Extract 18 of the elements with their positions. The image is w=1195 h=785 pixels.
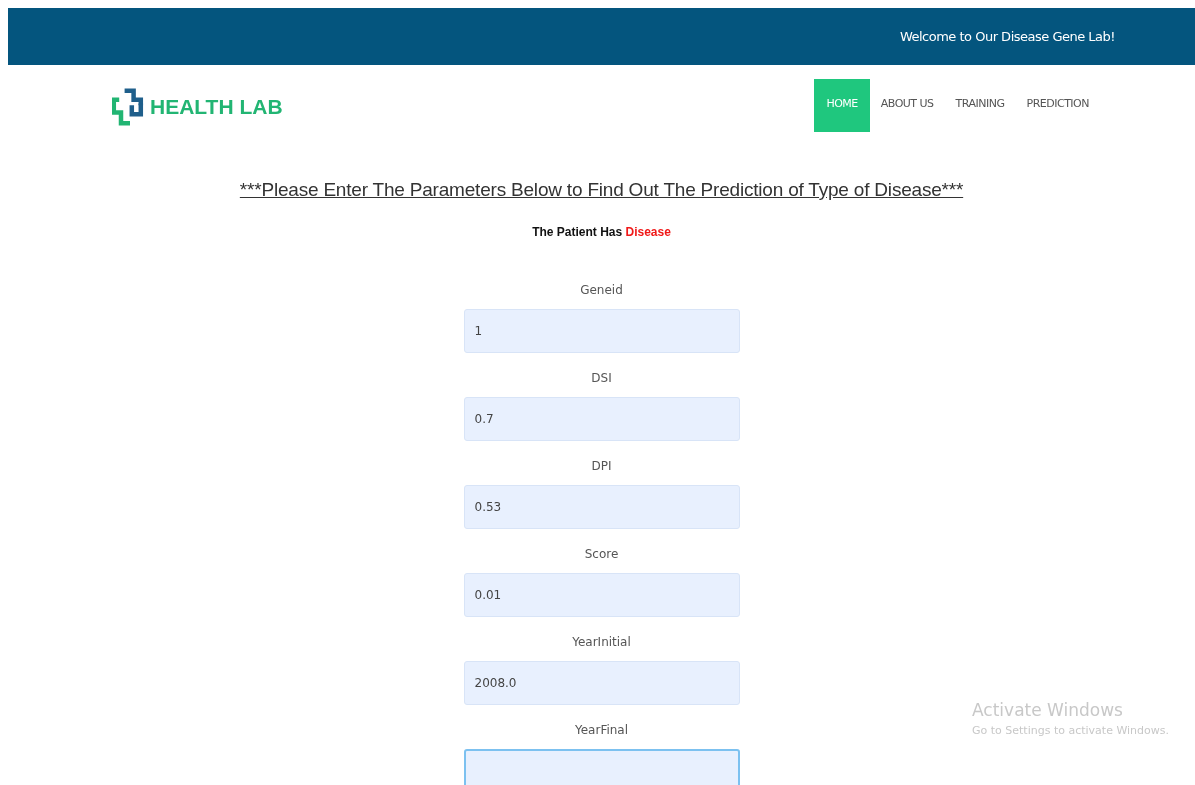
- input-field[interactable]: 2008.0: [463, 661, 740, 705]
- input-field[interactable]: 0.01: [463, 573, 740, 617]
- field-label: Score: [584, 547, 619, 563]
- result-text: The Patient Has Disease: [532, 225, 671, 239]
- field-label: YearFinal: [574, 723, 629, 739]
- nav-link[interactable]: TRAINING: [944, 79, 1016, 132]
- input-field[interactable]: [463, 749, 740, 785]
- input-field[interactable]: 1: [463, 309, 740, 353]
- field-label: YearInitial: [572, 635, 631, 651]
- nav-link[interactable]: PREDICTION: [1015, 79, 1100, 132]
- field-label: Geneid: [580, 283, 623, 299]
- input-field[interactable]: 0.7: [463, 397, 740, 441]
- field-label: DSI: [591, 371, 612, 387]
- nav-link[interactable]: ABOUT US: [869, 79, 945, 132]
- field-label: DPI: [591, 459, 612, 475]
- welcome-text: Welcome to Our Disease Gene Lab!: [899, 29, 1115, 44]
- input-field[interactable]: 0.53: [463, 485, 740, 529]
- page-heading: ***Please Enter The Parameters Below to Find Out The Prediction of Type of Disease***: [239, 179, 964, 201]
